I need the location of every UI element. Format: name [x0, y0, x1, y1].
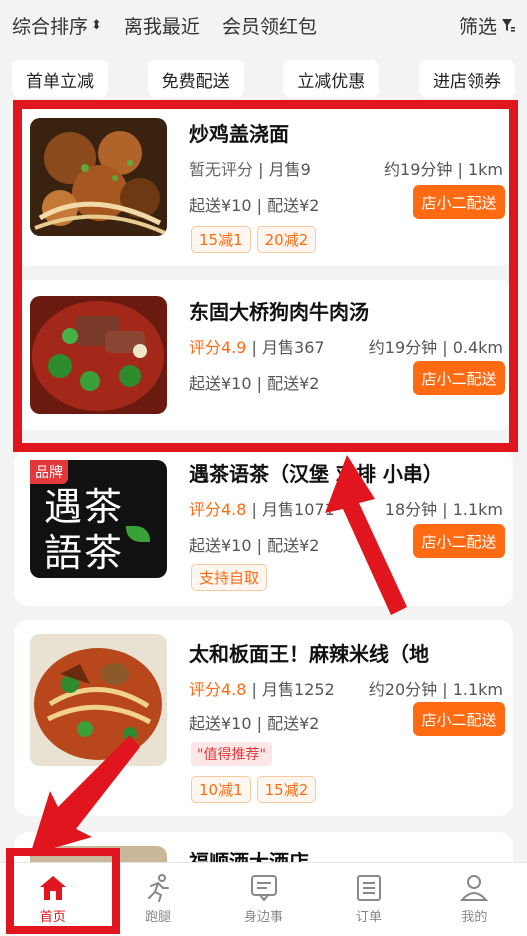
nav-profile[interactable]: 我的 — [422, 863, 527, 936]
store-name: 东固大桥狗肉牛肉汤 — [189, 300, 369, 324]
spicy-noodle-photo — [30, 634, 167, 766]
store-name: 太和板面王！麻辣米线（地 — [189, 642, 429, 666]
nav-orders[interactable]: 订单 — [316, 863, 421, 936]
member-red-packet-label: 会员领红包 — [221, 15, 317, 38]
store-time-distance: 约19分钟 | 1km — [384, 160, 503, 179]
store-sales: 月售1252 — [262, 680, 335, 699]
leaf-icon — [126, 526, 150, 542]
nav-nearby[interactable]: 身边事 — [211, 863, 316, 936]
runner-icon — [148, 874, 170, 902]
store-card[interactable]: 遇茶 語茶 品牌 遇茶语茶（汉堡 鸡排 小串） 评分4.8 | 月售1071 1… — [14, 450, 513, 606]
store-name: 遇茶语茶（汉堡 鸡排 小串） — [189, 462, 443, 486]
store-stats: 评分4.8 | 月售1071 18分钟 | 1.1km — [189, 496, 503, 520]
store-stats: 暂无评分 | 月售9 约19分钟 | 1km — [189, 156, 503, 180]
store-stats: 评分4.9 | 月售367 约19分钟 | 0.4km — [189, 334, 503, 358]
store-sales: 月售367 — [262, 338, 325, 357]
chip-store-coupon[interactable]: 进店领券 — [418, 60, 515, 98]
store-stats: 评分4.8 | 月售1252 约20分钟 | 1.1km — [189, 676, 503, 700]
beef-soup-photo — [30, 296, 167, 414]
promo-chips: 首单立减 免费配送 立减优惠 进店领券 — [12, 60, 515, 98]
store-sales: 月售9 — [268, 160, 311, 179]
sort-comprehensive[interactable]: 综合排序 ⬍ — [12, 12, 102, 39]
store-rating: 评分4.8 — [189, 680, 247, 699]
sort-nearest[interactable]: 离我最近 — [124, 12, 200, 39]
store-time-distance: 约19分钟 | 0.4km — [368, 338, 503, 357]
store-card[interactable]: 东固大桥狗肉牛肉汤 评分4.9 | 月售367 约19分钟 | 0.4km 起送… — [14, 280, 513, 430]
store-min-order: 起送¥10 | 配送¥2 — [189, 374, 320, 393]
store-card[interactable]: 炒鸡盖浇面 暂无评分 | 月售9 约19分钟 | 1km 起送¥10 | 配送¥… — [14, 106, 513, 266]
nav-errand-label: 跑腿 — [145, 910, 172, 925]
store-rating: 暂无评分 — [189, 160, 254, 179]
sort-nearest-label: 离我最近 — [123, 15, 200, 38]
member-red-packet[interactable]: 会员领红包 — [222, 12, 317, 39]
discount-tag: 20减2 — [256, 226, 317, 253]
store-time-distance: 18分钟 | 1.1km — [384, 500, 503, 519]
deliver-badge: 店小二配送 — [413, 185, 505, 219]
recommend-tag: "值得推荐" — [191, 742, 272, 766]
filter-button[interactable]: 筛选 — [459, 12, 515, 39]
discount-tag: 15减2 — [256, 776, 317, 803]
brand-badge: 品牌 — [30, 460, 68, 484]
promo-tags: 支持自取 — [191, 564, 268, 591]
discount-tag: 10减1 — [191, 776, 251, 803]
chip-free-delivery[interactable]: 免费配送 — [147, 60, 244, 98]
sort-toggle-icon: ⬍ — [91, 17, 102, 33]
home-icon — [39, 876, 66, 900]
chip-instant-discount[interactable]: 立减优惠 — [283, 60, 380, 98]
profile-icon — [460, 875, 489, 901]
sort-comprehensive-label: 综合排序 — [12, 15, 89, 38]
order-list-icon — [356, 875, 381, 901]
store-min-order: 起送¥10 | 配送¥2 — [189, 714, 320, 733]
deliver-badge: 店小二配送 — [413, 361, 505, 395]
promo-tags: 15减1 20减2 — [191, 226, 317, 253]
store-rating: 评分4.8 — [189, 500, 247, 519]
nav-profile-label: 我的 — [461, 910, 488, 925]
store-time-distance: 约20分钟 | 1.1km — [368, 680, 503, 699]
nav-home-label: 首页 — [39, 910, 66, 925]
sort-bar: 综合排序 ⬍ 离我最近 会员领红包 筛选 — [0, 0, 527, 50]
nav-nearby-label: 身边事 — [244, 910, 284, 925]
discount-tag: 15减1 — [191, 226, 251, 253]
bottom-nav: 首页 跑腿 身边事 订单 我的 — [0, 862, 527, 936]
filter-label: 筛选 — [458, 15, 497, 38]
store-name: 炒鸡盖浇面 — [189, 122, 289, 146]
store-sales: 月售1071 — [262, 500, 335, 519]
store-card[interactable]: 太和板面王！麻辣米线（地 评分4.8 | 月售1252 约20分钟 | 1.1k… — [14, 620, 513, 816]
deliver-badge: 店小二配送 — [413, 702, 505, 736]
promo-tags: 10减1 15减2 — [191, 776, 317, 803]
braised-chicken-noodles-photo — [30, 118, 167, 236]
chip-first-order[interactable]: 首单立减 — [12, 60, 108, 98]
store-rating: 评分4.9 — [189, 338, 247, 357]
deliver-badge: 店小二配送 — [413, 524, 505, 558]
message-icon — [250, 875, 277, 902]
nav-orders-label: 订单 — [355, 910, 382, 925]
tea-logo-line2: 語茶 — [44, 531, 125, 575]
store-min-order: 起送¥10 | 配送¥2 — [189, 196, 320, 215]
pickup-tag: 支持自取 — [191, 564, 268, 591]
filter-icon — [502, 19, 515, 32]
nav-home[interactable]: 首页 — [0, 863, 105, 936]
nav-errand[interactable]: 跑腿 — [105, 863, 210, 936]
store-min-order: 起送¥10 | 配送¥2 — [189, 536, 320, 555]
